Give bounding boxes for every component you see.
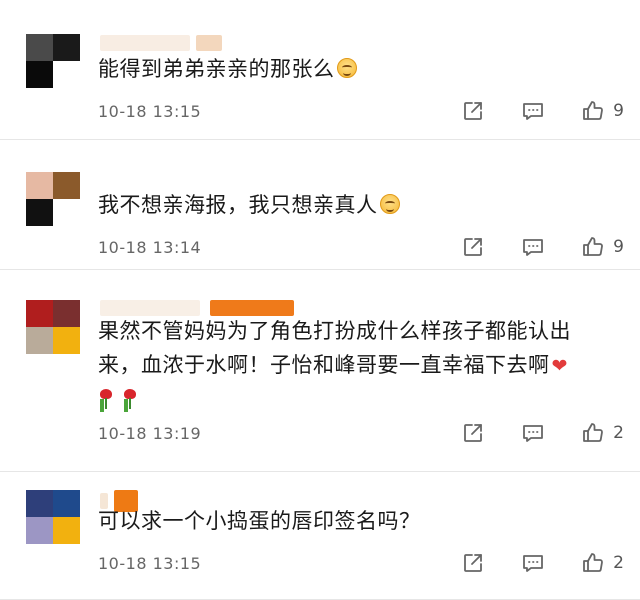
avatar-cell xyxy=(26,172,53,199)
reply-button[interactable] xyxy=(521,421,545,445)
comment-actions: 2 xyxy=(425,421,624,445)
avatar-cell xyxy=(26,490,53,517)
thumbs-up-icon xyxy=(583,553,604,572)
share-icon xyxy=(464,238,483,256)
like-button[interactable]: 2 xyxy=(581,551,624,575)
comment-item: 可以求一个小捣蛋的唇印签名吗？ 10-18 13:15 2 xyxy=(0,472,640,600)
comment-text-content: 我不想亲海报，我只想亲真人 xyxy=(98,193,378,217)
thumbs-up-icon xyxy=(583,101,604,120)
comment-footer: 10-18 13:15 2 xyxy=(98,550,624,576)
comment-text-line: 果然不管妈妈为了角色打扮成什么样孩子都能认出 xyxy=(98,319,571,343)
share-icon xyxy=(464,554,483,572)
avatar-cell xyxy=(53,199,80,226)
timestamp: 10-18 13:19 xyxy=(98,423,202,443)
like-button[interactable]: 9 xyxy=(581,99,624,123)
avatar[interactable] xyxy=(26,300,80,354)
comment-text-line-with-emoji: 来，血浓于水啊！子怡和峰哥要一直幸福下去啊 ❤ xyxy=(98,348,620,383)
like-count: 9 xyxy=(613,237,624,257)
smiling-face-emoji xyxy=(379,194,400,214)
comment-footer: 10-18 13:14 9 xyxy=(98,234,624,260)
share-icon xyxy=(464,424,483,442)
username-blur xyxy=(196,35,222,51)
red-heart-emoji: ❤ xyxy=(551,355,568,377)
timestamp: 10-18 13:15 xyxy=(98,553,202,573)
avatar[interactable] xyxy=(26,34,80,88)
thumbs-up-icon xyxy=(583,237,604,256)
avatar-cell xyxy=(26,199,53,226)
comment-icon xyxy=(523,555,544,572)
comment-actions: 2 xyxy=(425,551,624,575)
comment-footer: 10-18 13:19 2 xyxy=(98,420,624,446)
rose-emoji xyxy=(122,389,138,409)
comment-icon xyxy=(523,103,544,120)
reply-button[interactable] xyxy=(521,235,545,259)
comment-text: 能得到弟弟亲亲的那张么 xyxy=(98,52,620,86)
like-button[interactable]: 2 xyxy=(581,421,624,445)
avatar-cell xyxy=(53,517,80,544)
comment-text-content: 可以求一个小捣蛋的唇印签名吗？ xyxy=(98,509,421,533)
comment-item: 能得到弟弟亲亲的那张么 10-18 13:15 9 xyxy=(0,0,640,140)
comment-text-content: 来，血浓于水啊！子怡和峰哥要一直幸福下去啊 xyxy=(98,353,550,377)
like-count: 2 xyxy=(613,553,624,573)
comment-item: 果然不管妈妈为了角色打扮成什么样孩子都能认出 来，血浓于水啊！子怡和峰哥要一直幸… xyxy=(0,270,640,472)
share-icon xyxy=(464,102,483,120)
comment-text: 可以求一个小捣蛋的唇印签名吗？ xyxy=(98,504,620,538)
avatar-cell xyxy=(26,300,53,327)
comment-actions: 9 xyxy=(425,235,624,259)
comment-text: 我不想亲海报，我只想亲真人 xyxy=(98,188,620,222)
reply-button[interactable] xyxy=(521,551,545,575)
avatar-cell xyxy=(53,327,80,354)
avatar-cell xyxy=(26,61,53,88)
avatar-cell xyxy=(53,490,80,517)
reply-button[interactable] xyxy=(521,99,545,123)
thumbs-up-icon xyxy=(583,423,604,442)
share-button[interactable] xyxy=(461,99,485,123)
comment-actions: 9 xyxy=(425,99,624,123)
like-count: 2 xyxy=(613,423,624,443)
like-button[interactable]: 9 xyxy=(581,235,624,259)
timestamp: 10-18 13:15 xyxy=(98,101,202,121)
comment-item: 我不想亲海报，我只想亲真人 10-18 13:14 9 xyxy=(0,140,640,270)
avatar-cell xyxy=(53,300,80,327)
avatar-cell xyxy=(53,172,80,199)
username-redacted[interactable] xyxy=(100,34,222,52)
share-button[interactable] xyxy=(461,421,485,445)
avatar-cell xyxy=(26,327,53,354)
rose-emoji xyxy=(98,389,114,409)
share-button[interactable] xyxy=(461,235,485,259)
avatar[interactable] xyxy=(26,172,80,226)
like-count: 9 xyxy=(613,101,624,121)
username-blur xyxy=(100,35,190,51)
comment-icon xyxy=(523,239,544,256)
comment-footer: 10-18 13:15 9 xyxy=(98,98,624,124)
avatar-cell xyxy=(26,34,53,61)
avatar-cell xyxy=(53,34,80,61)
share-button[interactable] xyxy=(461,551,485,575)
timestamp: 10-18 13:14 xyxy=(98,237,202,257)
comment-text: 果然不管妈妈为了角色打扮成什么样孩子都能认出 来，血浓于水啊！子怡和峰哥要一直幸… xyxy=(98,314,620,409)
avatar-cell xyxy=(26,517,53,544)
avatar-cell xyxy=(53,61,80,88)
emoji-line xyxy=(98,383,620,409)
smiling-face-emoji xyxy=(336,58,357,78)
comment-text-content: 能得到弟弟亲亲的那张么 xyxy=(98,57,335,81)
comment-icon xyxy=(523,425,544,442)
avatar[interactable] xyxy=(26,490,80,544)
